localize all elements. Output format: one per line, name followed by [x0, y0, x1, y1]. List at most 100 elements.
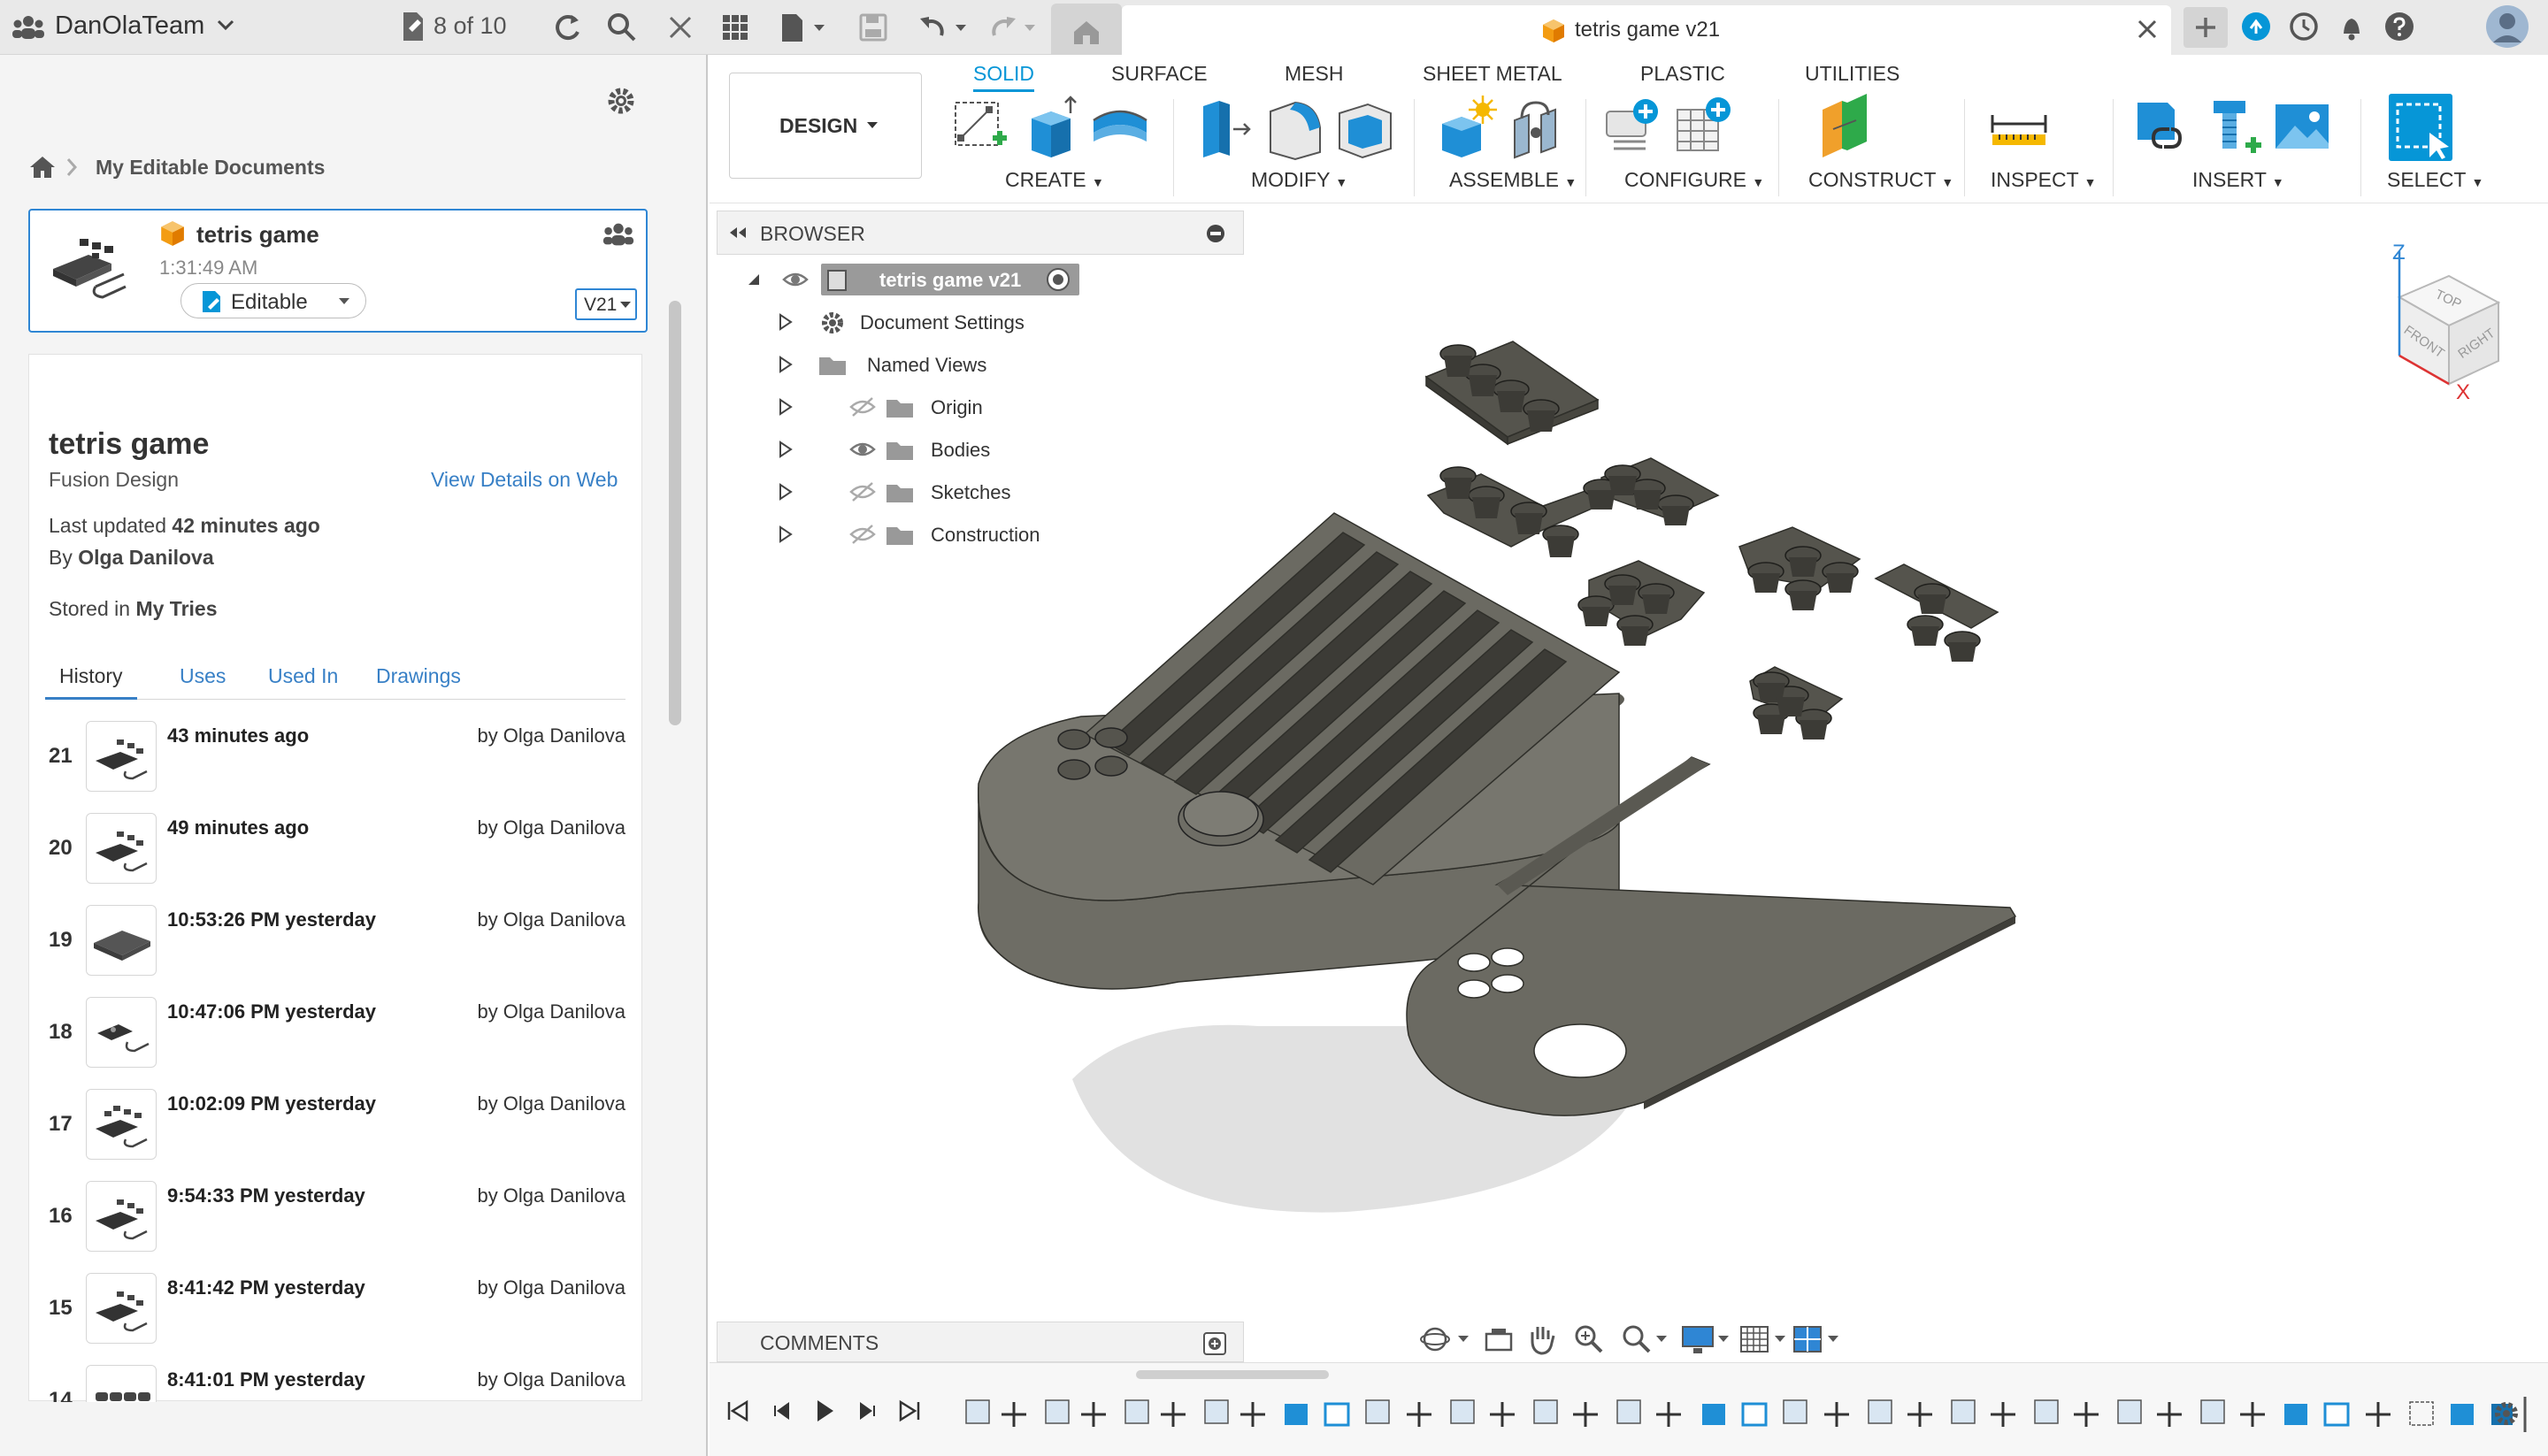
- timeline-feature[interactable]: [2240, 1402, 2265, 1427]
- timeline-feature[interactable]: [1002, 1402, 1026, 1427]
- group-inspect[interactable]: INSPECT ▼: [1991, 168, 2097, 192]
- timeline-feature[interactable]: [1868, 1399, 1892, 1424]
- insert-mcmaster-icon[interactable]: [2201, 94, 2265, 161]
- settings-gear-icon[interactable]: [603, 83, 639, 119]
- timeline-feature[interactable]: [1533, 1399, 1558, 1424]
- close-icon[interactable]: [660, 7, 701, 48]
- browser-node-sketches[interactable]: Sketches: [779, 474, 1186, 510]
- timeline-feature[interactable]: [1365, 1399, 1390, 1424]
- timeline-feature[interactable]: [965, 1399, 990, 1424]
- timeline-feature[interactable]: [1991, 1402, 2015, 1427]
- hidden-eye-icon[interactable]: [849, 524, 876, 545]
- expand-triangle-icon[interactable]: [779, 525, 793, 543]
- timeline-feature[interactable]: [1741, 1402, 1768, 1427]
- timeline-feature[interactable]: [2157, 1402, 2182, 1427]
- go-to-end-icon[interactable]: [897, 1399, 922, 1423]
- history-row[interactable]: 15 8:41:42 PM yesterday by Olga Danilova: [29, 1268, 643, 1360]
- look-at-icon[interactable]: [1483, 1323, 1515, 1355]
- hidden-eye-icon[interactable]: [849, 481, 876, 502]
- history-row[interactable]: 14 8:41:01 PM yesterday by Olga Danilova: [29, 1360, 643, 1402]
- timeline-feature[interactable]: [1656, 1402, 1681, 1427]
- visibility-eye-icon[interactable]: [849, 439, 876, 460]
- document-count-icon[interactable]: [400, 9, 426, 44]
- offset-plane-icon[interactable]: [1815, 94, 1879, 161]
- file-menu-icon[interactable]: [775, 7, 830, 48]
- collapse-triangle-icon[interactable]: [747, 272, 761, 287]
- history-row[interactable]: 17 10:02:09 PM yesterday by Olga Danilova: [29, 1084, 643, 1176]
- expand-triangle-icon[interactable]: [779, 398, 793, 416]
- team-chevron-down-icon[interactable]: [216, 18, 235, 32]
- group-construct[interactable]: CONSTRUCT ▼: [1808, 168, 1953, 192]
- redo-icon[interactable]: [982, 7, 1040, 48]
- data-panel-scrollbar[interactable]: [669, 301, 681, 725]
- search-icon[interactable]: [602, 7, 642, 48]
- create-sketch-icon[interactable]: [948, 94, 1012, 161]
- timeline-scrollbar[interactable]: [1136, 1370, 1329, 1379]
- group-configure[interactable]: CONFIGURE ▼: [1624, 168, 1764, 192]
- timeline-feature[interactable]: [1240, 1402, 1265, 1427]
- grid-settings-icon[interactable]: [1738, 1322, 1791, 1357]
- viewports-icon[interactable]: [1791, 1322, 1844, 1357]
- timeline-feature[interactable]: [1450, 1399, 1475, 1424]
- team-name[interactable]: DanOlaTeam: [55, 11, 204, 41]
- tab-surface[interactable]: SURFACE: [1111, 62, 1208, 86]
- timeline-feature[interactable]: [1702, 1404, 1725, 1425]
- browser-node-document-settings[interactable]: Document Settings: [779, 304, 1186, 340]
- extrude-icon[interactable]: [1019, 94, 1083, 161]
- timeline-feature[interactable]: [1783, 1399, 1807, 1424]
- tab-used-in[interactable]: Used In: [268, 664, 338, 688]
- history-row[interactable]: 18 10:47:06 PM yesterday by Olga Danilova: [29, 992, 643, 1084]
- add-comment-icon[interactable]: [1202, 1331, 1227, 1356]
- press-pull-icon[interactable]: [1194, 94, 1258, 161]
- timeline-feature[interactable]: [1081, 1402, 1106, 1427]
- browser-node-construction[interactable]: Construction: [779, 517, 1186, 552]
- timeline-feature[interactable]: [1045, 1399, 1070, 1424]
- timeline-feature[interactable]: [2200, 1399, 2225, 1424]
- version-dropdown[interactable]: V21: [575, 288, 637, 320]
- new-tab-button[interactable]: [2183, 7, 2228, 48]
- timeline-feature[interactable]: [2451, 1404, 2474, 1425]
- timeline-feature[interactable]: [1204, 1399, 1229, 1424]
- shared-users-icon[interactable]: [602, 219, 635, 249]
- minimize-panel-icon[interactable]: [1206, 224, 1225, 243]
- home-icon[interactable]: [28, 154, 57, 180]
- timeline-feature[interactable]: [1616, 1399, 1641, 1424]
- close-tab-icon[interactable]: [2136, 18, 2159, 41]
- tab-utilities[interactable]: UTILITIES: [1805, 62, 1899, 86]
- step-forward-icon[interactable]: [855, 1399, 879, 1423]
- group-select[interactable]: SELECT ▼: [2387, 168, 2483, 192]
- timeline-feature[interactable]: [1161, 1402, 1186, 1427]
- visibility-eye-icon[interactable]: [782, 269, 809, 290]
- refresh-icon[interactable]: [547, 7, 587, 48]
- tab-sheet-metal[interactable]: SHEET METAL: [1423, 62, 1562, 86]
- undo-icon[interactable]: [913, 7, 971, 48]
- play-icon[interactable]: [812, 1399, 837, 1423]
- zoom-window-icon[interactable]: [1619, 1322, 1669, 1357]
- document-tab[interactable]: tetris game v21: [1122, 5, 2171, 55]
- insert-derive-icon[interactable]: [2132, 94, 2196, 161]
- timeline-feature[interactable]: [1407, 1402, 1431, 1427]
- configure-design-icon[interactable]: [1603, 94, 1667, 161]
- help-icon[interactable]: [2383, 11, 2415, 42]
- zoom-icon[interactable]: [1571, 1322, 1607, 1357]
- display-settings-icon[interactable]: [1679, 1322, 1732, 1357]
- go-to-start-icon[interactable]: [725, 1399, 750, 1423]
- tab-mesh[interactable]: MESH: [1285, 62, 1343, 86]
- timeline-feature[interactable]: [1285, 1404, 1308, 1425]
- timeline-feature[interactable]: [1324, 1402, 1350, 1427]
- apps-grid-icon[interactable]: [715, 7, 756, 48]
- timeline-feature[interactable]: [1907, 1402, 1932, 1427]
- joint-icon[interactable]: [1504, 94, 1568, 161]
- history-row[interactable]: 16 9:54:33 PM yesterday by Olga Danilova: [29, 1176, 643, 1268]
- user-avatar[interactable]: [2484, 4, 2530, 50]
- configuration-table-icon[interactable]: [1672, 94, 1736, 161]
- view-details-link[interactable]: View Details on Web: [431, 468, 618, 492]
- tab-history[interactable]: History: [45, 664, 137, 700]
- workspace-switcher[interactable]: DESIGN: [729, 73, 922, 179]
- expand-triangle-icon[interactable]: [779, 441, 793, 458]
- history-row[interactable]: 21 43 minutes ago by Olga Danilova: [29, 716, 643, 808]
- timeline-feature[interactable]: [1951, 1399, 1976, 1424]
- timeline-feature[interactable]: [2366, 1402, 2391, 1427]
- expand-triangle-icon[interactable]: [779, 356, 793, 373]
- tab-plastic[interactable]: PLASTIC: [1640, 62, 1725, 86]
